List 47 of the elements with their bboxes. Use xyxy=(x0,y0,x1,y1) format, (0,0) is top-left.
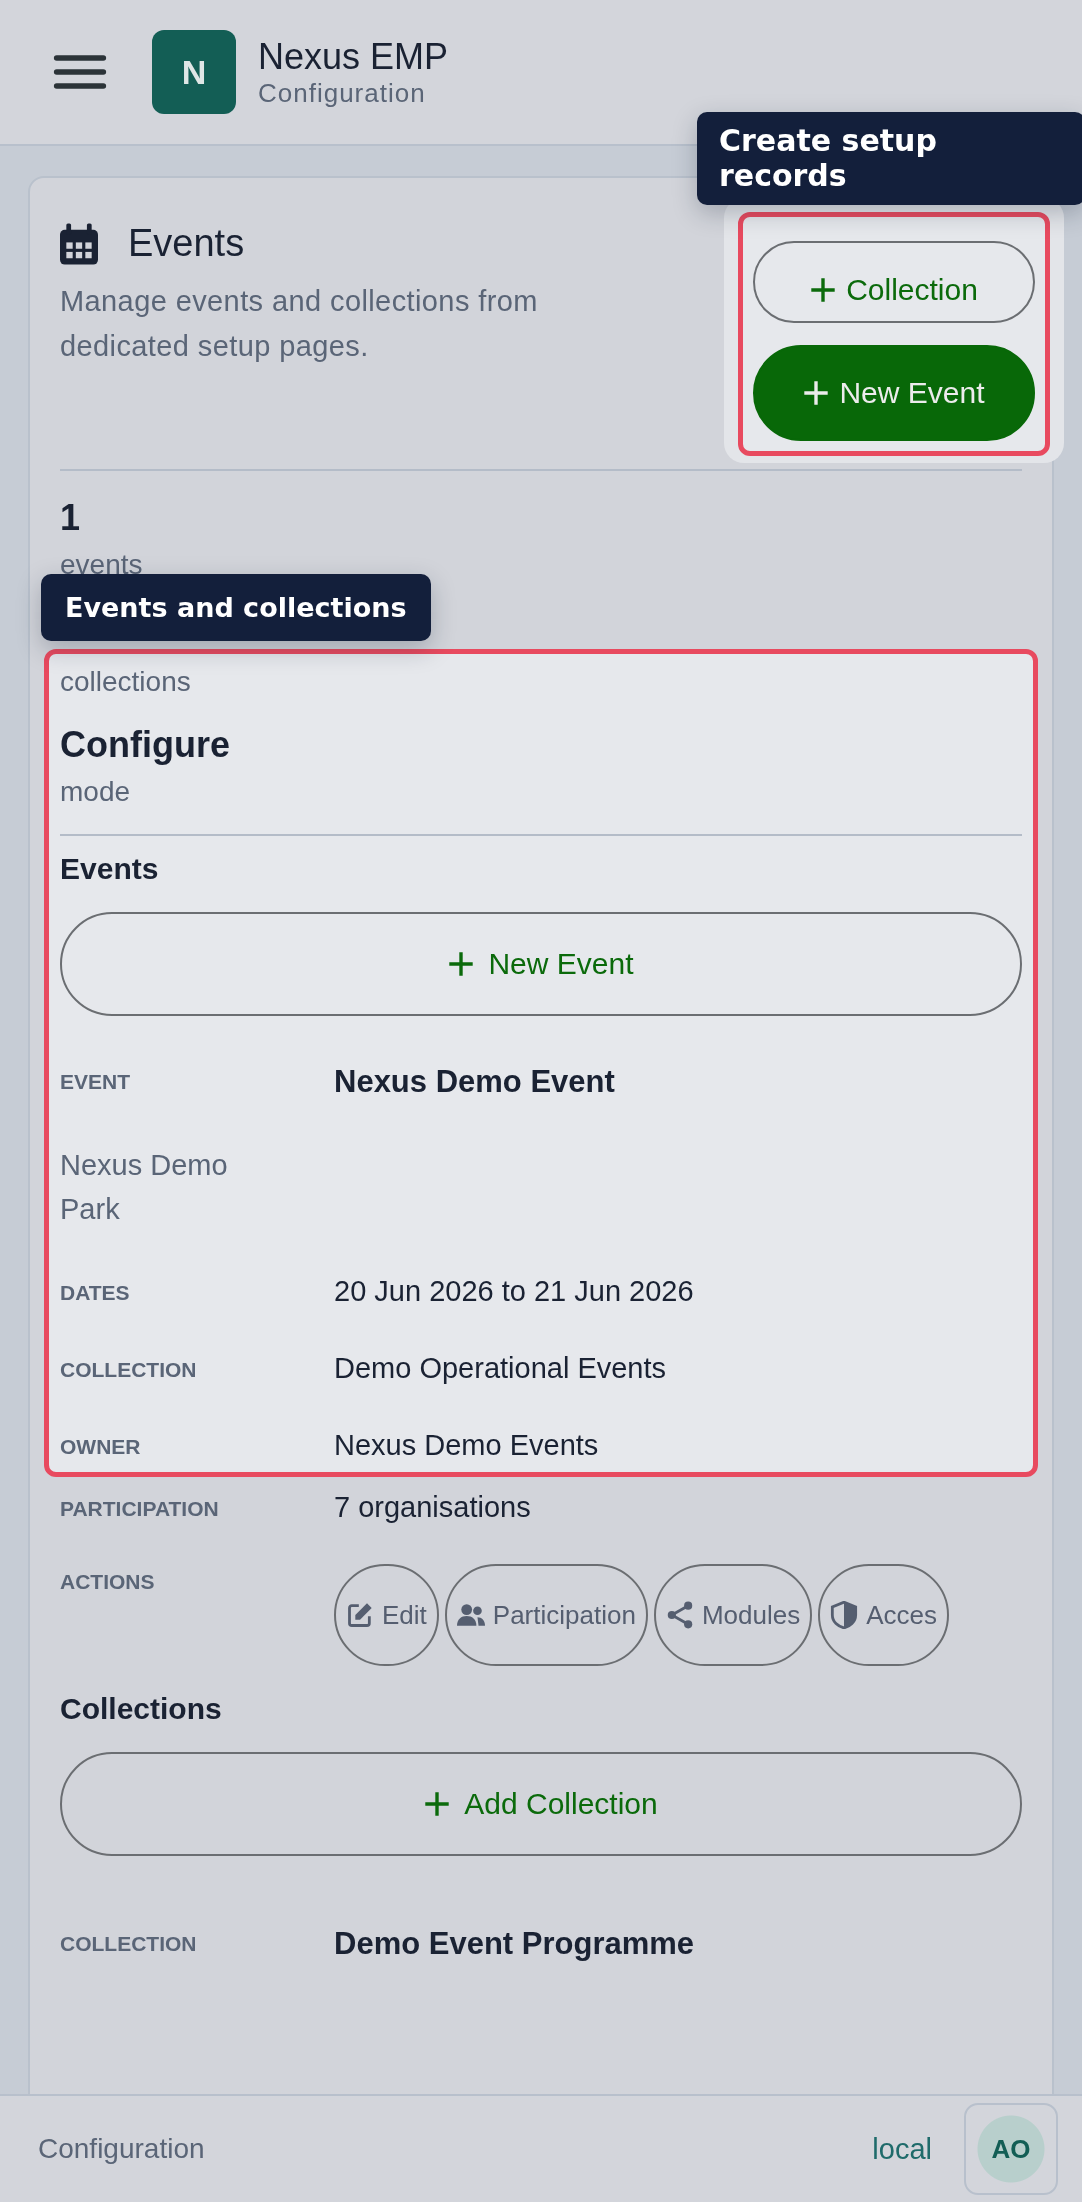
field-label: OWNER xyxy=(60,1434,142,1459)
action-button[interactable]: Participation xyxy=(444,1564,648,1666)
venue-text: Nexus Demo Park xyxy=(60,1148,229,1227)
add-collection-button[interactable]: Add Collection xyxy=(60,1752,1022,1856)
calendar-icon xyxy=(60,222,98,265)
stat-value: Configure xyxy=(60,724,231,766)
field-label: PARTICIPATION xyxy=(60,1496,220,1521)
app-name: Nexus EMP xyxy=(258,35,449,78)
page-title: Events xyxy=(128,222,245,265)
create-button[interactable]: Collection xyxy=(753,241,1035,323)
field-value: Demo Operational Events xyxy=(334,1352,667,1385)
app-section: Configuration xyxy=(258,77,449,109)
field-label: EVENT xyxy=(60,1069,131,1094)
stat-label: collections xyxy=(60,666,192,698)
new-event-button[interactable]: New Event xyxy=(60,912,1022,1016)
footer-section: Configuration xyxy=(38,2133,873,2165)
plus-icon xyxy=(424,1791,451,1817)
user-avatar[interactable]: AO xyxy=(964,2103,1058,2195)
shield-icon xyxy=(830,1601,859,1629)
field-label: COLLECTION xyxy=(60,1357,198,1382)
field-value: Demo Event Programme xyxy=(334,1926,695,1962)
stat-value: 1 xyxy=(60,497,82,539)
field-label: DATES xyxy=(60,1280,131,1305)
action-button[interactable]: Edit xyxy=(334,1564,439,1666)
field-label: ACTIONS xyxy=(60,1569,156,1594)
create-button[interactable]: New Event xyxy=(753,345,1035,441)
tooltip: Events and collections xyxy=(41,574,431,641)
plus-icon xyxy=(448,951,475,977)
field-value: 7 organisations xyxy=(334,1491,531,1524)
share-icon xyxy=(665,1601,694,1629)
section-heading: Events xyxy=(60,852,160,886)
app-logo: N xyxy=(152,30,236,114)
plus-icon xyxy=(810,277,837,303)
tooltip: Create setup records xyxy=(697,112,1082,205)
action-button[interactable]: Acces xyxy=(818,1564,949,1666)
environment-label: local xyxy=(872,2132,932,2166)
plus-icon xyxy=(803,380,830,406)
field-value: Nexus Demo Event xyxy=(334,1064,615,1100)
stat-label: mode xyxy=(60,776,132,808)
field-value: 20 Jun 2026 to 21 Jun 2026 xyxy=(334,1275,694,1308)
page-description: Manage events and collections from dedicated setup pages. xyxy=(60,284,539,364)
field-label: COLLECTION xyxy=(60,1931,198,1956)
people-icon xyxy=(456,1601,485,1629)
action-button[interactable]: Modules xyxy=(653,1564,813,1666)
field-value: Nexus Demo Events xyxy=(334,1429,599,1462)
section-heading: Collections xyxy=(60,1692,223,1726)
edit-icon xyxy=(346,1601,374,1629)
